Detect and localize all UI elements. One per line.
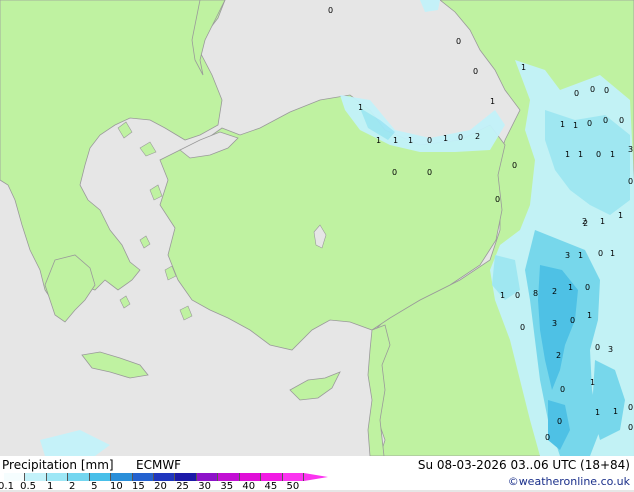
scale-tick-label: 50 — [286, 481, 300, 492]
scale-swatch — [111, 473, 133, 481]
scale-tick-label: 1 — [46, 481, 54, 492]
point-value-label: 1 — [408, 136, 413, 145]
point-value-label: 0 — [427, 168, 432, 177]
model-name: ECMWF — [136, 458, 182, 472]
scale-swatch — [175, 473, 197, 481]
scale-swatch — [68, 473, 90, 481]
credit-link[interactable]: ©weatheronline.co.uk — [508, 475, 630, 488]
scale-tick-label: 0.1 — [0, 481, 14, 492]
point-value-label: 1 — [613, 407, 618, 416]
scale-swatch — [89, 473, 112, 481]
point-value-label: 0 — [456, 37, 461, 46]
point-value-label: 2 — [583, 219, 588, 228]
scale-tick-label: 2 — [69, 481, 76, 492]
point-value-label: 0 — [596, 150, 601, 159]
scale-tick-label: 15 — [132, 481, 145, 492]
point-value-label: 1 — [578, 251, 583, 260]
point-value-label: 1 — [610, 150, 615, 159]
scale-tick-label: 25 — [176, 481, 189, 492]
point-value-label: 1 — [560, 120, 565, 129]
map-canvas: 000 1111 1 1 0 1 0 20 0000 0 01 1 0 0 031 1 0 102 113 1 0 11 0… — [0, 0, 634, 456]
scale-swatch — [218, 473, 240, 481]
point-value-label: 0 — [560, 385, 565, 394]
scale-swatch — [46, 473, 69, 481]
point-value-label: 3 — [565, 251, 570, 260]
point-value-label: 1 — [587, 311, 592, 320]
point-value-label: 0 — [628, 423, 633, 432]
point-value-label: 2 — [475, 132, 480, 141]
point-value-label: 1 — [500, 291, 505, 300]
scale-tick-label: 45 — [264, 481, 278, 492]
point-value-label: 3 — [608, 345, 613, 354]
point-value-label: 0 — [495, 195, 500, 204]
point-value-label: 3 — [628, 145, 633, 154]
point-value-label: 0 — [458, 133, 463, 142]
point-value-label: 0 — [628, 177, 633, 186]
point-value-label: 1 — [376, 136, 381, 145]
scale-tick-label: 30 — [198, 481, 212, 492]
scale-swatch — [261, 473, 283, 481]
point-value-label: 0 — [328, 6, 333, 15]
point-value-label: 1 — [393, 136, 398, 145]
scale-swatch — [239, 473, 262, 481]
point-value-label: 0 — [585, 283, 590, 292]
point-value-label: 0 — [598, 249, 603, 258]
point-value-label: 0 — [574, 89, 579, 98]
point-value-label: 0 — [628, 403, 633, 412]
point-value-label: 8 — [533, 289, 538, 298]
point-value-label: 0 — [604, 86, 609, 95]
point-value-label: 2 — [556, 351, 561, 360]
point-value-label: 1 — [610, 249, 615, 258]
point-value-label: 3 — [552, 319, 557, 328]
point-value-label: 1 — [578, 150, 583, 159]
legend-bar: Precipitation [mm] ECMWF Su 08-03-2026 0… — [0, 456, 634, 492]
scale-swatch — [282, 473, 304, 481]
precipitation-map: 0001111110102000000011000311010211310110… — [0, 0, 634, 456]
run-datetime: Su 08-03-2026 03..06 UTC (18+84) — [417, 458, 630, 472]
point-value-label: 1 — [568, 283, 573, 292]
point-value-label: 0 — [595, 343, 600, 352]
scale-tick-label: 35 — [220, 481, 234, 492]
point-value-label: 0 — [427, 136, 432, 145]
point-value-label: 1 — [600, 217, 605, 226]
point-value-label: 1 — [565, 150, 570, 159]
color-scale — [4, 473, 334, 481]
scale-swatch — [154, 473, 176, 481]
point-value-label: 0 — [515, 291, 520, 300]
point-value-label: 0 — [557, 417, 562, 426]
scale-tick-label: 20 — [154, 481, 167, 492]
scale-swatch — [4, 473, 26, 481]
legend-title: Precipitation [mm] — [2, 458, 114, 472]
point-value-label: 0 — [392, 168, 397, 177]
point-value-label: 1 — [443, 134, 448, 143]
scale-tick-label: 0.5 — [20, 481, 37, 492]
point-value-label: 1 — [590, 378, 595, 387]
point-value-label: 0 — [619, 116, 624, 125]
point-value-label: 1 — [521, 63, 526, 72]
point-value-label: 2 — [552, 287, 557, 296]
scale-tick-label: 5 — [91, 481, 98, 492]
point-value-label: 0 — [590, 85, 595, 94]
point-value-label: 0 — [570, 316, 575, 325]
point-value-label: 1 — [490, 97, 495, 106]
point-value-label: 1 — [573, 121, 578, 130]
point-value-label: 0 — [520, 323, 525, 332]
scale-swatch — [196, 473, 219, 481]
point-value-label: 1 — [595, 408, 600, 417]
point-value-label: 1 — [618, 211, 623, 220]
scale-tick-label: 40 — [242, 481, 256, 492]
point-value-label: 1 — [358, 103, 363, 112]
scale-swatch — [25, 473, 47, 481]
point-value-label: 0 — [603, 116, 608, 125]
point-value-label: 0 — [545, 433, 550, 442]
scale-arrow — [304, 473, 328, 481]
point-value-label: 0 — [512, 161, 517, 170]
scale-tick-label: 10 — [109, 481, 123, 492]
scale-swatch — [132, 473, 154, 481]
point-value-label: 0 — [473, 67, 478, 76]
point-value-label: 0 — [587, 119, 592, 128]
